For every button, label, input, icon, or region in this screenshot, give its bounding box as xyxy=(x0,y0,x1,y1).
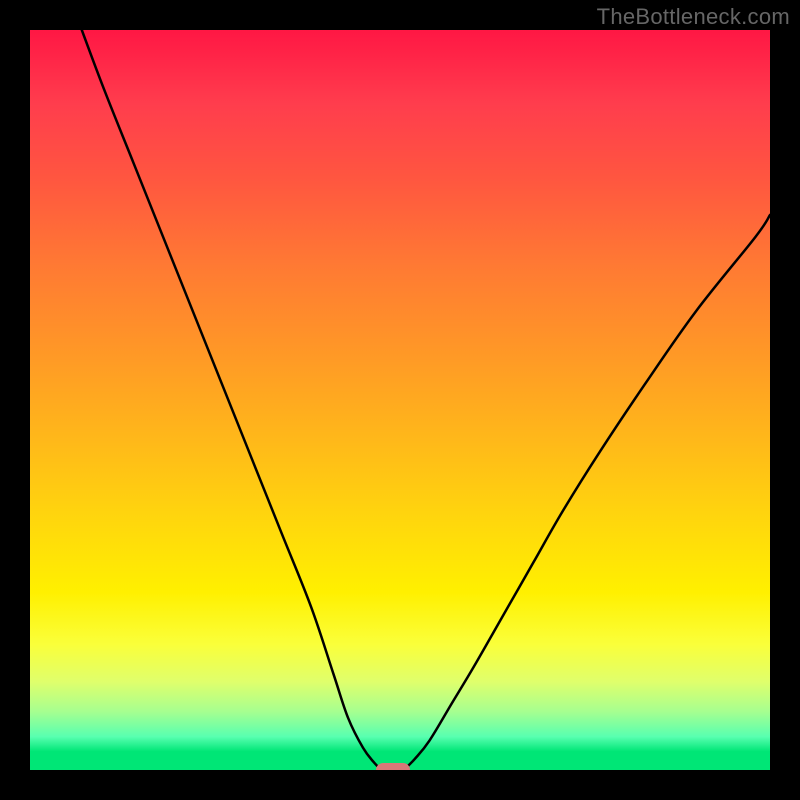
curve-right-path xyxy=(404,215,770,770)
plot-area xyxy=(30,30,770,770)
minimum-marker xyxy=(376,763,410,770)
watermark-text: TheBottleneck.com xyxy=(597,4,790,30)
curve-layer xyxy=(30,30,770,770)
curve-left-path xyxy=(82,30,382,770)
chart-frame: TheBottleneck.com xyxy=(0,0,800,800)
